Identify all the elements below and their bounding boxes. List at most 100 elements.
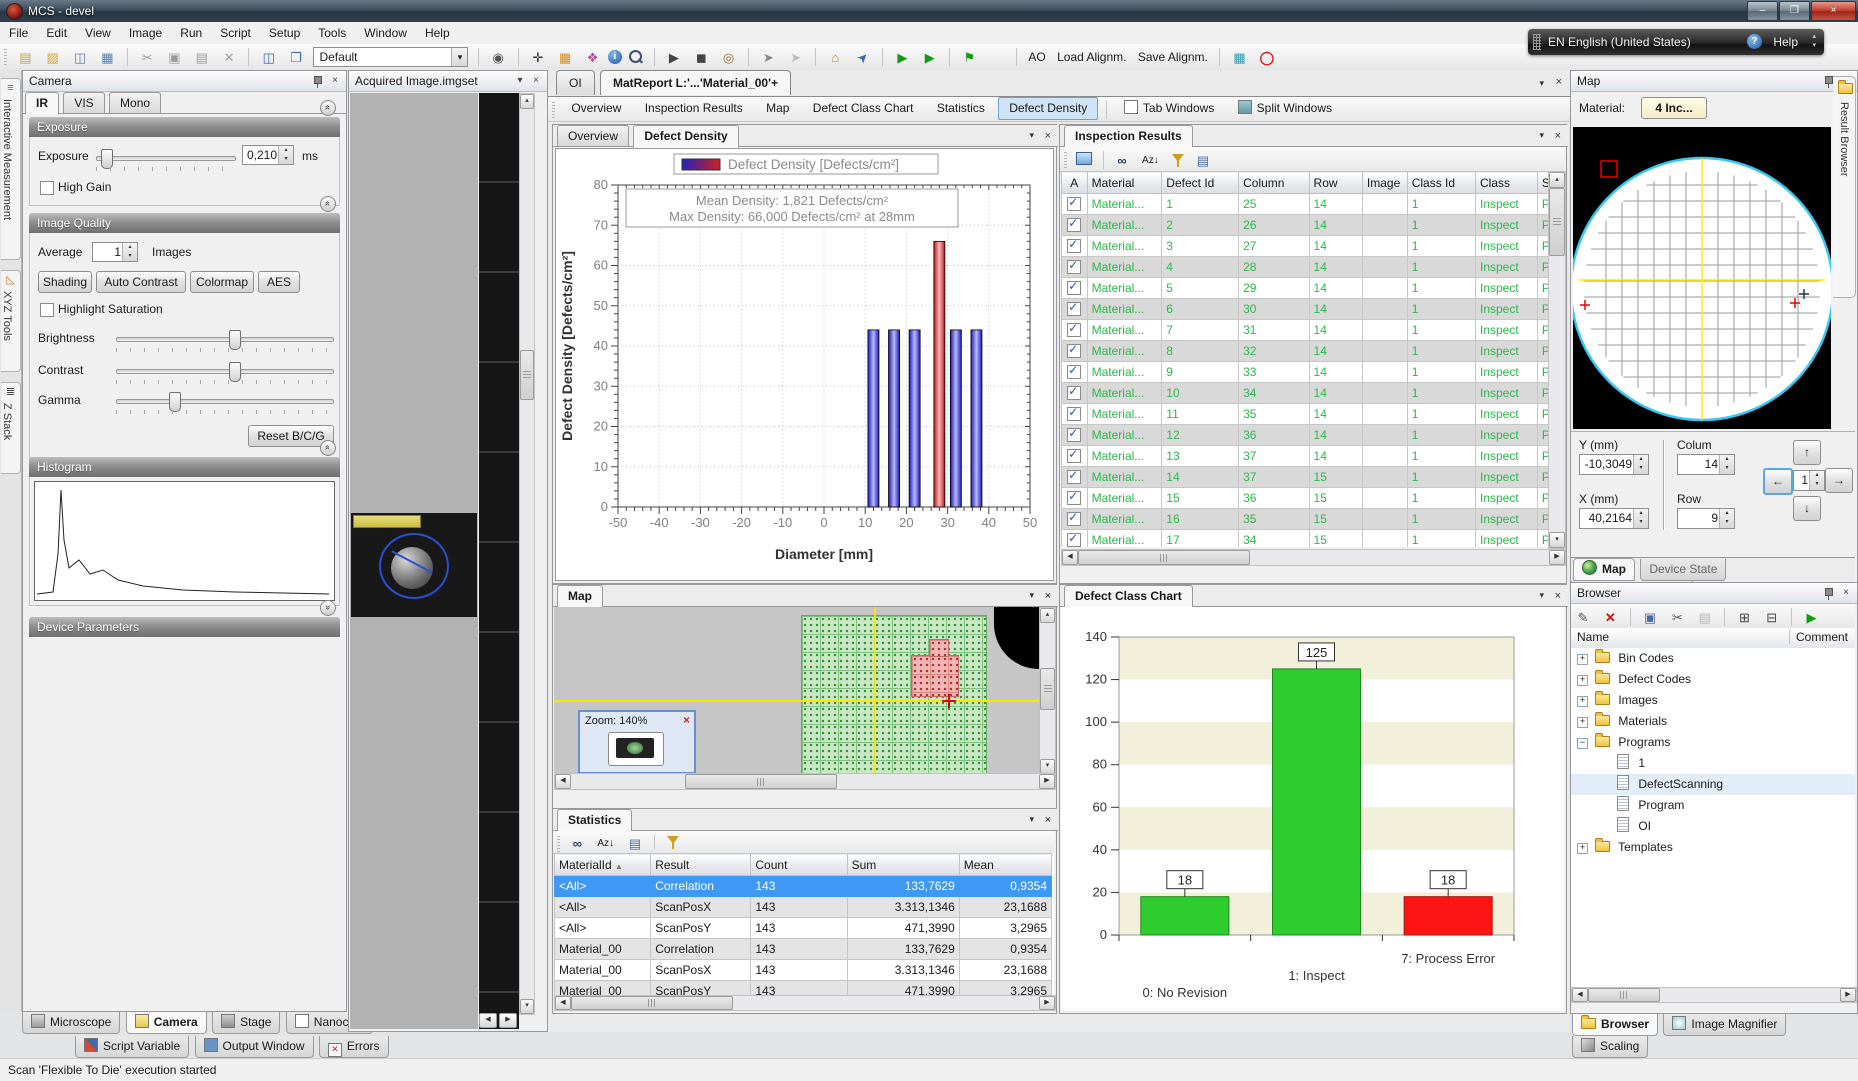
help-button[interactable]: Help xyxy=(1773,35,1798,49)
find-icon[interactable]: ∞ xyxy=(1112,150,1132,172)
auto-contrast-button[interactable]: Auto Contrast xyxy=(96,271,186,293)
col-class[interactable]: Class xyxy=(1475,172,1537,194)
stop-icon[interactable]: ◼ xyxy=(690,47,712,69)
flag-green-icon[interactable]: ⚑ xyxy=(958,47,980,69)
snapshot-icon[interactable]: ◎ xyxy=(718,47,740,69)
gamma-slider[interactable] xyxy=(116,399,334,404)
tab-windows-button[interactable]: Tab Windows xyxy=(1114,97,1224,120)
tree-toggle-icon[interactable] xyxy=(1577,696,1588,707)
tab-ir[interactable]: IR xyxy=(25,92,59,115)
close-icon[interactable]: × xyxy=(1555,130,1561,142)
tree-item[interactable]: Materials xyxy=(1571,711,1855,732)
row-checkbox[interactable] xyxy=(1067,260,1081,274)
close-icon[interactable]: × xyxy=(328,74,342,88)
zoom-overlay[interactable]: Zoom: 140% × xyxy=(578,710,696,773)
step-spinner[interactable]: ▴▾ xyxy=(1809,471,1824,490)
table-row[interactable]: Material... 16 35 15 1 Inspect Pass xyxy=(1062,509,1549,530)
scroll-left-icon[interactable]: ◀ xyxy=(555,996,571,1010)
scroll-left-icon[interactable]: ◀ xyxy=(1062,550,1078,565)
select-icon[interactable]: ➤ xyxy=(785,47,807,69)
info-icon[interactable]: i xyxy=(608,50,622,64)
stage-grid-icon[interactable]: ▦ xyxy=(554,47,576,69)
move-left-button[interactable]: ← xyxy=(1763,468,1793,495)
filter-icon[interactable] xyxy=(667,836,679,844)
tree-toggle-icon[interactable] xyxy=(1577,843,1588,854)
aes-button[interactable]: AES xyxy=(258,271,300,293)
browser-hscrollbar[interactable]: ◀ ▶ xyxy=(1571,987,1857,1003)
table-row[interactable]: Material... 11 35 14 1 Inspect Pass xyxy=(1062,404,1549,425)
delete-icon[interactable]: ✕ xyxy=(218,47,240,69)
list-view-icon[interactable]: ▤ xyxy=(1192,150,1214,172)
table-row[interactable]: Material... 5 29 14 1 Inspect Pass xyxy=(1062,278,1549,299)
map-vscrollbar[interactable]: ▴ ▾ xyxy=(1039,607,1056,775)
crosshair-icon[interactable]: ✛ xyxy=(527,47,549,69)
navigate-icon[interactable]: ➤ xyxy=(847,42,878,73)
scroll-down-icon[interactable]: ▾ xyxy=(1549,532,1565,548)
move-up-button[interactable]: ↑ xyxy=(1793,440,1821,465)
gamma-slider-thumb[interactable] xyxy=(169,392,181,412)
scroll-right-icon[interactable]: ▶ xyxy=(1549,550,1565,565)
find-icon[interactable]: ∞ xyxy=(567,834,587,854)
row-checkbox[interactable] xyxy=(1067,218,1081,232)
row-checkbox[interactable] xyxy=(1067,512,1081,526)
image-filmstrip[interactable] xyxy=(479,93,519,1029)
tree-item[interactable]: Defect Codes xyxy=(1571,669,1855,690)
tree-item[interactable]: 1 xyxy=(1571,753,1855,774)
collapse-icon[interactable]: « xyxy=(320,196,336,212)
table-row[interactable]: Material... 3 27 14 1 Inspect Pass xyxy=(1062,236,1549,257)
filter-icon[interactable] xyxy=(1172,154,1184,162)
copy-icon[interactable]: ▣ xyxy=(1639,607,1661,629)
language-label[interactable]: EN English (United States) xyxy=(1548,35,1691,49)
close-icon[interactable]: × xyxy=(1045,130,1051,142)
col-a[interactable]: A xyxy=(1062,172,1088,194)
defect-dies[interactable] xyxy=(911,655,959,697)
layout-preset-combo[interactable]: Default ▾ xyxy=(313,47,468,67)
defect-dies[interactable] xyxy=(929,639,949,657)
scroll-right-icon[interactable]: ▶ xyxy=(1039,774,1055,789)
record-icon[interactable]: ◯ xyxy=(1256,47,1278,69)
zoom-icon[interactable] xyxy=(629,50,642,63)
material-button[interactable]: 4 Inc... xyxy=(1641,97,1707,119)
shading-button[interactable]: Shading xyxy=(38,271,92,293)
maximize-button[interactable]: ❐ xyxy=(1779,1,1810,21)
table-row[interactable]: Material... 2 26 14 1 Inspect Pass xyxy=(1062,215,1549,236)
exposure-spinner[interactable]: ▴▾ xyxy=(278,146,293,164)
play-icon[interactable]: ▶ xyxy=(663,47,685,69)
brightness-slider-thumb[interactable] xyxy=(229,330,241,350)
sort-icon[interactable]: Az↓ xyxy=(1137,150,1163,172)
tab-defect-class-chart[interactable]: Defect Class Chart xyxy=(1064,585,1193,608)
flag-red-icon[interactable] xyxy=(986,47,1008,69)
row-checkbox[interactable] xyxy=(1067,302,1081,316)
run-program-icon[interactable]: ▶ xyxy=(1800,607,1822,629)
menu-item[interactable]: Setup xyxy=(260,22,309,44)
col-sum[interactable]: Sum xyxy=(847,854,959,876)
tab-image-magnifier[interactable]: Image Magnifier xyxy=(1663,1014,1786,1036)
table-row[interactable]: Material_00 ScanPosX 143 3.313,1346 23,1… xyxy=(555,960,1052,981)
close-icon[interactable]: × xyxy=(1045,590,1051,602)
sort-icon[interactable]: Az↓ xyxy=(593,834,619,854)
doc-tab-oi[interactable]: OI xyxy=(556,70,595,95)
table-row[interactable]: Material... 6 30 14 1 Inspect Pass xyxy=(1062,299,1549,320)
close-icon[interactable]: × xyxy=(1556,76,1562,88)
col-comment[interactable]: Comment xyxy=(1789,630,1848,644)
row-checkbox[interactable] xyxy=(1067,386,1081,400)
scrollbar-thumb[interactable] xyxy=(571,996,733,1010)
row-checkbox[interactable] xyxy=(1067,407,1081,421)
table-row[interactable]: Material... 14 37 15 1 Inspect Pass xyxy=(1062,467,1549,488)
die-grid[interactable] xyxy=(801,615,987,773)
contrast-slider[interactable] xyxy=(116,369,334,374)
row-checkbox[interactable] xyxy=(1067,365,1081,379)
y-spinner[interactable]: ▴▾ xyxy=(1633,455,1648,474)
scrollbar-thumb[interactable] xyxy=(1040,668,1055,710)
edit-icon[interactable]: ✎ xyxy=(1572,607,1594,629)
table-row[interactable]: <All> Correlation 143 133,7629 0,9354 xyxy=(555,876,1052,897)
tab-statistics[interactable]: Statistics xyxy=(557,809,632,832)
view-overview[interactable]: Overview xyxy=(561,97,631,120)
camera-icon[interactable]: ◉ xyxy=(487,47,509,69)
view-statistics[interactable]: Statistics xyxy=(927,97,995,120)
chevron-down-icon[interactable]: ▾ xyxy=(1029,130,1034,141)
table-row[interactable]: Material... 10 34 14 1 Inspect Pass xyxy=(1062,383,1549,404)
chevron-down-icon[interactable]: ▾ xyxy=(1029,590,1034,601)
tab-map[interactable]: Map xyxy=(557,585,603,608)
col-result[interactable]: Result xyxy=(651,854,751,876)
